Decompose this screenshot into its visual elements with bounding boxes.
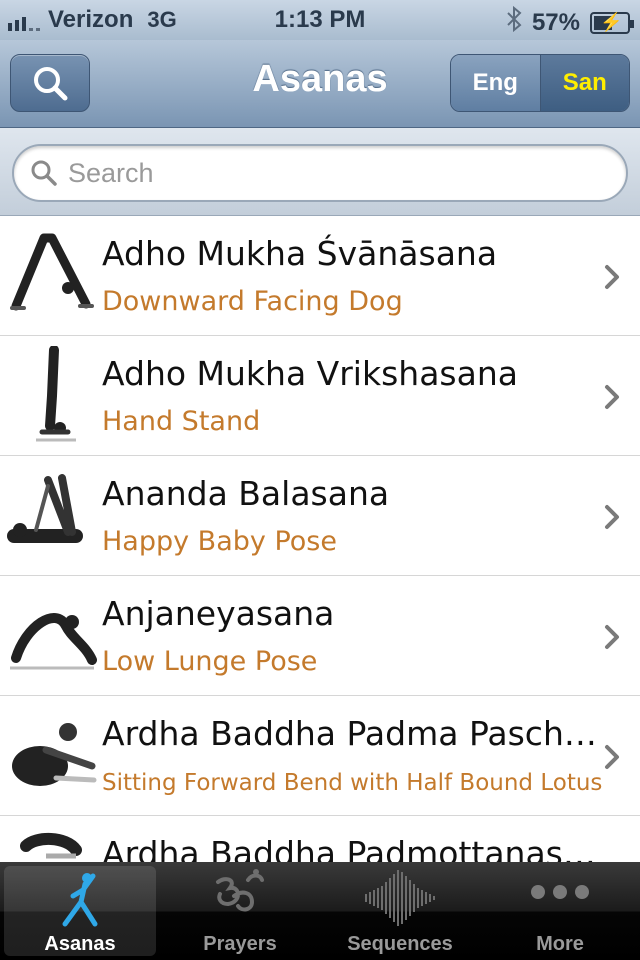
asana-english-name: Hand Stand bbox=[102, 406, 261, 437]
asana-sanskrit-name: Ardha Baddha Padmottanasana bbox=[102, 834, 602, 862]
list-item[interactable]: Ardha Baddha Padma Paschimottanasana Sit… bbox=[0, 696, 640, 816]
list-item[interactable]: Adho Mukha Śvānāsana Downward Facing Dog bbox=[0, 216, 640, 336]
list-item[interactable]: Adho Mukha Vrikshasana Hand Stand bbox=[0, 336, 640, 456]
low-lunge-pose-thumbnail bbox=[10, 613, 97, 670]
tab-sequences[interactable]: Sequences bbox=[320, 862, 480, 960]
half-bound-lotus-standing-thumbnail bbox=[20, 833, 82, 859]
search-field[interactable] bbox=[12, 144, 628, 202]
nav-bar: Asanas Eng San bbox=[0, 40, 640, 128]
asana-english-name: Low Lunge Pose bbox=[102, 646, 318, 677]
chevron-right-icon bbox=[605, 505, 619, 529]
asana-english-name: Happy Baby Pose bbox=[102, 526, 337, 557]
asana-list: Adho Mukha Śvānāsana Downward Facing Dog… bbox=[0, 216, 640, 862]
asana-sanskrit-name: Ardha Baddha Padma Paschimottanasana bbox=[102, 714, 602, 753]
asana-sanskrit-name: Anjaneyasana bbox=[102, 594, 335, 633]
battery-icon: ⚡ bbox=[590, 11, 634, 34]
search-input[interactable] bbox=[68, 157, 588, 189]
segment-san[interactable]: San bbox=[540, 55, 629, 111]
charging-bolt-icon: ⚡ bbox=[600, 11, 623, 32]
tab-label: Prayers bbox=[203, 933, 277, 955]
status-right: 57% ⚡ bbox=[506, 5, 634, 39]
asana-english-name: Sitting Forward Bend with Half Bound Lot… bbox=[102, 770, 602, 796]
asana-english-name: Downward Facing Dog bbox=[102, 286, 403, 317]
bluetooth-icon bbox=[506, 5, 522, 39]
waveform-icon bbox=[365, 870, 435, 926]
asana-sanskrit-name: Adho Mukha Vrikshasana bbox=[102, 354, 518, 393]
happy-baby-pose-thumbnail bbox=[7, 474, 83, 543]
tab-prayers[interactable]: Prayers bbox=[160, 862, 320, 960]
chevron-right-icon bbox=[605, 385, 619, 409]
status-bar: Verizon 3G 1:13 PM 57% ⚡ bbox=[0, 0, 640, 40]
magnifier-icon bbox=[31, 160, 57, 186]
om-icon bbox=[216, 869, 264, 912]
list-item[interactable]: Ardha Baddha Padmottanasana bbox=[0, 816, 640, 862]
hand-stand-pose-thumbnail bbox=[36, 346, 76, 442]
half-bound-lotus-pose-thumbnail bbox=[12, 723, 97, 786]
downward-dog-pose-thumbnail bbox=[10, 233, 94, 311]
list-item[interactable]: Anjaneyasana Low Lunge Pose bbox=[0, 576, 640, 696]
segment-eng[interactable]: Eng bbox=[451, 55, 541, 111]
chevron-right-icon bbox=[605, 745, 619, 769]
search-bar bbox=[0, 128, 640, 216]
chevron-right-icon bbox=[605, 625, 619, 649]
more-dots-icon bbox=[531, 885, 589, 899]
tab-bar: Asanas Prayers Sequences More bbox=[0, 862, 640, 960]
asana-sanskrit-name: Ananda Balasana bbox=[102, 474, 390, 513]
tab-label: Asanas bbox=[44, 933, 116, 955]
list-item[interactable]: Ananda Balasana Happy Baby Pose bbox=[0, 456, 640, 576]
language-segmented-control: Eng San bbox=[450, 54, 630, 112]
tab-more[interactable]: More bbox=[480, 862, 640, 960]
tab-label: More bbox=[536, 933, 584, 955]
tab-label: Sequences bbox=[347, 933, 453, 955]
status-time: 1:13 PM bbox=[274, 6, 366, 33]
asana-sanskrit-name: Adho Mukha Śvānāsana bbox=[102, 234, 498, 273]
chevron-right-icon bbox=[605, 265, 619, 289]
battery-percent: 57% bbox=[531, 8, 580, 36]
tab-asanas[interactable]: Asanas bbox=[4, 866, 156, 956]
yoga-figure-icon bbox=[62, 873, 98, 927]
